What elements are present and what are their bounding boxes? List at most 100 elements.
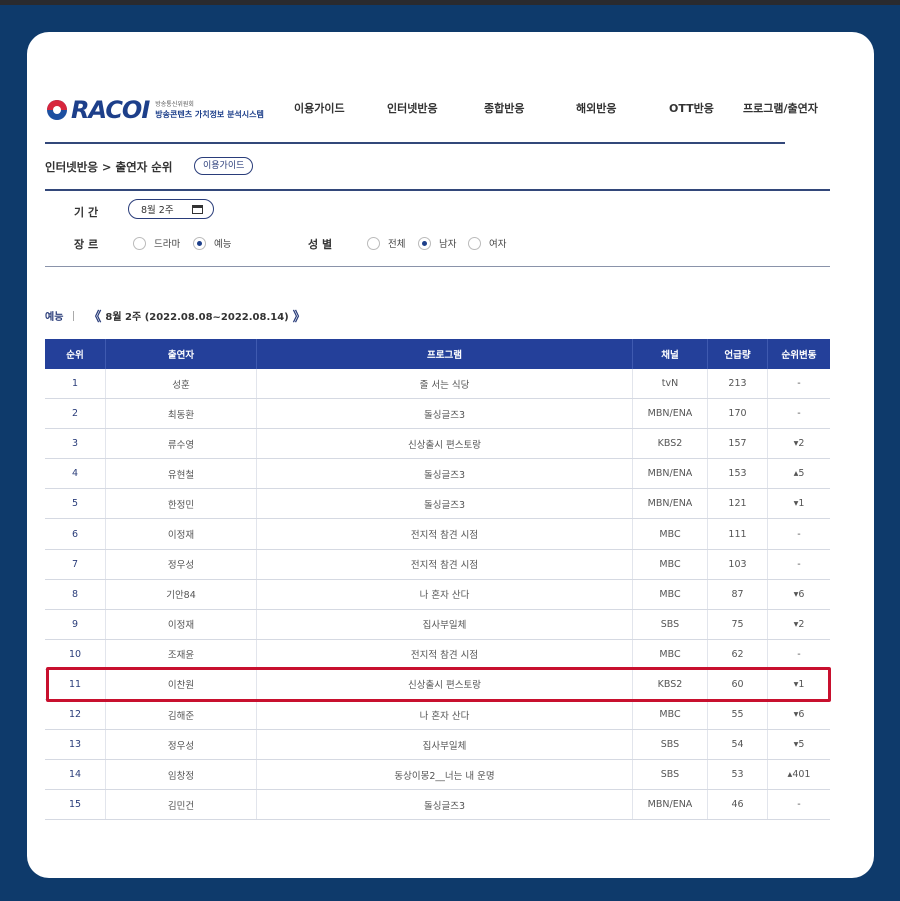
cell-program: 돌싱글즈3 <box>257 790 633 820</box>
cell-rank-change: - <box>797 378 801 390</box>
prev-week-icon[interactable]: 《 <box>88 306 101 325</box>
cell-mentions: 55 <box>708 700 768 730</box>
radio-female[interactable] <box>468 236 481 250</box>
genre-radio-drama[interactable]: 드라마 <box>133 236 180 250</box>
cell-program: 동상이몽2__너는 내 운명 <box>257 760 633 790</box>
cell-mentions: 54 <box>708 730 768 760</box>
cell-mentions: 111 <box>708 519 768 549</box>
cell-rank: 8 <box>45 579 106 609</box>
cell-rank: 3 <box>45 429 106 459</box>
radio-drama-label: 드라마 <box>154 239 181 250</box>
cell-cast: 류수영 <box>106 429 257 459</box>
table-row: 2 최동환 돌싱글즈3 MBN/ENA 170 - <box>45 399 830 430</box>
radio-female-label: 여자 <box>489 239 507 250</box>
table-row: 9 이정재 집사부일체 SBS 75 ▾2 <box>45 609 830 640</box>
cell-channel: MBN/ENA <box>633 399 708 429</box>
cell-mentions: 170 <box>708 399 768 429</box>
cell-channel: MBC <box>633 700 708 730</box>
filter-divider <box>45 266 830 267</box>
genre-radio-variety[interactable]: 예능 <box>193 236 231 250</box>
table-row: 5 한정민 돌싱글즈3 MBN/ENA 121 ▾1 <box>45 489 830 520</box>
nav-item-ott[interactable]: OTT반응 <box>669 100 714 116</box>
table-row: 6 이정재 전지적 참견 시점 MBC 111 - <box>45 519 830 550</box>
week-label: 8월 2주 (2022.08.08~2022.08.14) <box>105 312 289 323</box>
cell-channel: MBC <box>633 519 708 549</box>
cell-rank-change: ▾6 <box>793 709 805 721</box>
cell-rank: 15 <box>45 790 106 820</box>
cell-cast: 한정민 <box>106 489 257 519</box>
gender-radio-male[interactable]: 남자 <box>418 236 456 250</box>
table-row: 11 이찬원 신상출시 편스토랑 KBS2 60 ▾1 <box>45 669 830 701</box>
next-week-icon[interactable]: 》 <box>293 306 306 325</box>
cell-rank-change: ▾2 <box>793 618 805 630</box>
cell-rank: 9 <box>45 609 106 639</box>
cell-rank-change: - <box>797 408 801 420</box>
cell-program: 전지적 참견 시점 <box>257 639 633 669</box>
table-row: 13 정우성 집사부일체 SBS 54 ▾5 <box>45 730 830 761</box>
radio-drama[interactable] <box>133 236 146 250</box>
cell-channel: MBN/ENA <box>633 790 708 820</box>
cell-channel: MBC <box>633 549 708 579</box>
period-picker[interactable]: 8월 2주 <box>128 199 214 219</box>
cell-mentions: 153 <box>708 459 768 489</box>
cell-cast: 임창정 <box>106 760 257 790</box>
guide-button[interactable]: 이용가이드 <box>194 157 254 175</box>
cell-cast: 최동환 <box>106 399 257 429</box>
week-separator <box>73 310 75 321</box>
calendar-icon[interactable] <box>192 205 203 214</box>
cell-cast: 이찬원 <box>106 669 257 700</box>
nav-item-internet[interactable]: 인터넷반응 <box>387 100 438 116</box>
gender-radio-all[interactable]: 전체 <box>367 236 405 250</box>
cell-program: 신상출시 편스토랑 <box>257 429 633 459</box>
cell-program: 집사부일체 <box>257 609 633 639</box>
cell-rank-change: - <box>797 528 801 540</box>
genre-label: 장 르 <box>74 238 99 251</box>
radio-variety[interactable] <box>193 236 206 250</box>
cell-rank-change: ▾2 <box>793 438 805 450</box>
header-mentions: 언급량 <box>708 339 768 369</box>
cell-mentions: 46 <box>708 790 768 820</box>
radio-male[interactable] <box>418 236 431 250</box>
cell-program: 신상출시 편스토랑 <box>257 669 633 700</box>
table-row: 8 기안84 나 혼자 산다 MBC 87 ▾6 <box>45 579 830 610</box>
main-nav: 이용가이드 인터넷반응 종합반응 해외반응 OTT반응 프로그램/출연자 <box>27 100 874 120</box>
table-row: 12 김해준 나 혼자 산다 MBC 55 ▾6 <box>45 700 830 731</box>
radio-all[interactable] <box>367 236 380 250</box>
cell-rank: 6 <box>45 519 106 549</box>
nav-item-overseas[interactable]: 해외반응 <box>576 100 616 116</box>
table-body: 1 성훈 줄 서는 식당 tvN 213-2 최동환 돌싱글즈3 MBN/ENA 170-3 류수… <box>45 369 830 821</box>
cell-mentions: 103 <box>708 549 768 579</box>
cell-cast: 성훈 <box>106 369 257 399</box>
cell-cast: 이정재 <box>106 519 257 549</box>
table-header: 순위 출연자 프로그램 채널 언급량 순위변동 <box>45 339 830 369</box>
cell-cast: 조재윤 <box>106 639 257 669</box>
cell-channel: KBS2 <box>633 429 708 459</box>
content-card: RACOI 방송통신위원회 방송콘텐츠 가치정보 분석시스템 이용가이드 인터넷… <box>27 32 874 878</box>
cell-channel: SBS <box>633 730 708 760</box>
cell-channel: MBN/ENA <box>633 459 708 489</box>
header-program: 프로그램 <box>257 339 633 369</box>
period-value: 8월 2주 <box>141 205 174 216</box>
cell-channel: KBS2 <box>633 669 708 700</box>
breadcrumb-divider <box>45 189 830 191</box>
nav-item-program-cast[interactable]: 프로그램/출연자 <box>743 100 818 116</box>
cell-rank: 4 <box>45 459 106 489</box>
nav-item-total[interactable]: 종합반응 <box>484 100 524 116</box>
cell-rank-change: - <box>797 648 801 660</box>
nav-item-guide[interactable]: 이용가이드 <box>294 100 345 116</box>
cell-mentions: 213 <box>708 369 768 399</box>
cell-rank-change: ▾6 <box>793 588 805 600</box>
period-label: 기 간 <box>74 206 99 219</box>
cell-cast: 기안84 <box>106 579 257 609</box>
cell-rank: 1 <box>45 369 106 399</box>
cell-mentions: 87 <box>708 579 768 609</box>
cell-program: 돌싱글즈3 <box>257 489 633 519</box>
gender-radio-female[interactable]: 여자 <box>468 236 506 250</box>
cell-program: 돌싱글즈3 <box>257 459 633 489</box>
header-divider <box>45 142 785 144</box>
radio-male-label: 남자 <box>439 239 457 250</box>
cell-rank-change: ▾1 <box>793 498 805 510</box>
cell-program: 돌싱글즈3 <box>257 399 633 429</box>
cell-cast: 이정재 <box>106 609 257 639</box>
cell-program: 나 혼자 산다 <box>257 700 633 730</box>
